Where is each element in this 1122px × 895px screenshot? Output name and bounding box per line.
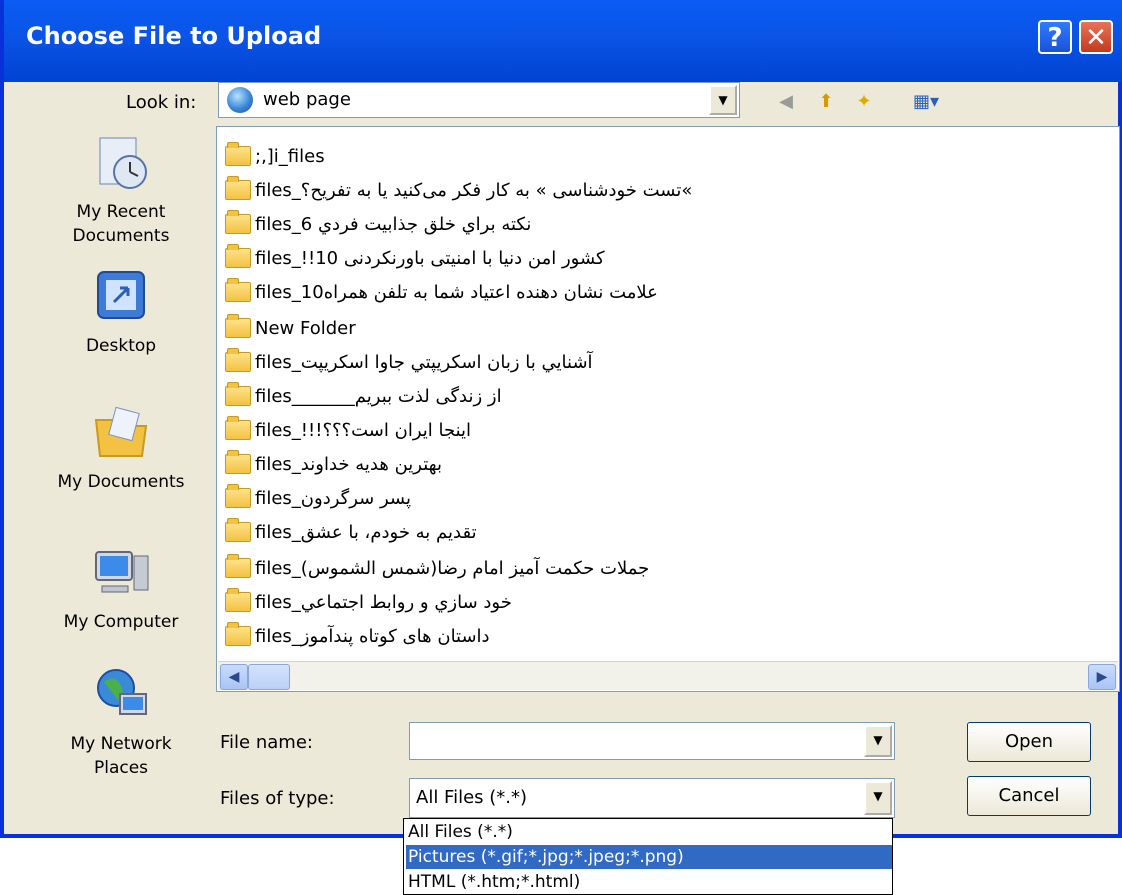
- new-folder-icon[interactable]: ✦: [850, 88, 878, 116]
- window-title: Choose File to Upload: [26, 22, 322, 50]
- folder-icon: [225, 278, 251, 302]
- folder-icon: [225, 484, 251, 508]
- lookin-label: Look in:: [126, 92, 197, 113]
- folder-icon: [225, 244, 251, 268]
- folder-icon: [225, 588, 251, 612]
- chevron-down-icon[interactable]: ▼: [864, 781, 892, 815]
- folder-icon: [225, 416, 251, 440]
- list-item[interactable]: files_خود سازي و روابط اجتماعي: [225, 587, 512, 617]
- cancel-button[interactable]: Cancel: [967, 776, 1091, 816]
- horizontal-scrollbar[interactable]: ◀ ▶: [218, 661, 1118, 690]
- filetype-dropdown-list[interactable]: All Files (*.*) Pictures (*.gif;*.jpg;*.…: [403, 818, 893, 895]
- list-item[interactable]: files_تقدیم به خودم، با عشق: [225, 517, 477, 547]
- close-icon: ✕: [1085, 23, 1107, 53]
- folder-icon: [225, 622, 251, 646]
- folder-icon: [225, 554, 251, 578]
- filename-field[interactable]: ▼: [409, 722, 895, 760]
- chevron-down-icon[interactable]: ▼: [864, 725, 892, 757]
- place-label: My Recent Documents: [72, 202, 170, 246]
- globe-icon: [227, 87, 253, 113]
- folder-icon: [225, 176, 251, 200]
- places-bar: My Recent Documents Desktop My Documents…: [46, 124, 196, 804]
- lookin-select[interactable]: web page ▼: [218, 82, 740, 118]
- place-label: My Computer: [63, 612, 179, 632]
- lookin-value: web page: [263, 89, 351, 110]
- network-places-icon: [90, 664, 152, 726]
- scroll-left-icon[interactable]: ◀: [220, 664, 248, 690]
- desktop-icon: [90, 266, 152, 328]
- folder-icon: [225, 314, 251, 338]
- list-item[interactable]: files_تست خودشناسی » به کار فکر می‌کنید …: [225, 175, 692, 205]
- list-item[interactable]: ;,]i_files: [225, 141, 325, 171]
- folder-icon: [225, 382, 251, 406]
- filename-label: File name:: [220, 732, 313, 753]
- list-item[interactable]: files_بهترین هدیه خداوند: [225, 449, 442, 479]
- view-menu-icon[interactable]: ▦▾: [904, 88, 948, 116]
- file-upload-dialog: Choose File to Upload ? ✕ Look in: web p…: [0, 0, 1122, 838]
- scrollbar-thumb[interactable]: [248, 664, 290, 690]
- list-item[interactable]: files_آشنايي با زبان اسکريپتي جاوا اسکري…: [225, 347, 593, 377]
- list-item[interactable]: files_داستان های کوتاه پندآموز: [225, 621, 490, 651]
- list-item[interactable]: files_(جملات حکمت آمیز امام رضا(شمس الشم…: [225, 553, 649, 583]
- file-list[interactable]: ;,]i_files files_تست خودشناسی » به کار ف…: [216, 126, 1120, 692]
- folder-icon: [225, 348, 251, 372]
- place-label: My Documents: [57, 472, 185, 492]
- up-folder-icon[interactable]: ⬆: [812, 88, 840, 116]
- back-icon[interactable]: ◀: [772, 88, 800, 116]
- list-item[interactable]: files_______از زندگی لذت ببریم: [225, 381, 502, 411]
- filetype-option-selected[interactable]: Pictures (*.gif;*.jpg;*.jpeg;*.png): [406, 845, 892, 869]
- chevron-down-icon[interactable]: ▼: [709, 85, 737, 115]
- recent-documents-icon: [90, 132, 152, 194]
- help-icon: ?: [1047, 23, 1063, 53]
- list-item[interactable]: files_نکته براي خلق جذابيت فردي 6: [225, 209, 531, 239]
- filetype-option[interactable]: HTML (*.htm;*.html): [406, 870, 892, 894]
- filetype-select[interactable]: All Files (*.*) ▼: [409, 778, 895, 818]
- my-computer-icon: [90, 542, 152, 604]
- place-label: My Network Places: [70, 734, 172, 778]
- place-recent-documents[interactable]: My Recent Documents: [46, 132, 196, 248]
- my-documents-icon: [90, 402, 152, 464]
- list-item[interactable]: files_!!کشور امن دنیا با امنیتی باورنکرد…: [225, 243, 605, 273]
- place-network-places[interactable]: My Network Places: [46, 664, 196, 780]
- scroll-right-icon[interactable]: ▶: [1088, 664, 1116, 690]
- close-button[interactable]: ✕: [1079, 20, 1113, 54]
- list-item[interactable]: New Folder: [225, 313, 356, 343]
- folder-icon: [225, 210, 251, 234]
- folder-icon: [225, 142, 251, 166]
- folder-icon: [225, 450, 251, 474]
- list-item[interactable]: files_!!!اینجا ایران است؟؟؟: [225, 415, 471, 445]
- filetype-value: All Files (*.*): [416, 787, 528, 808]
- list-item[interactable]: files_10علامت نشان دهنده اعتیاد شما به ت…: [225, 277, 658, 307]
- folder-icon: [225, 518, 251, 542]
- title-bar[interactable]: Choose File to Upload ? ✕: [4, 0, 1122, 82]
- place-my-documents[interactable]: My Documents: [46, 402, 196, 494]
- list-item[interactable]: files_پسر سرگردون: [225, 483, 411, 513]
- filetype-option[interactable]: All Files (*.*): [406, 820, 892, 844]
- help-button[interactable]: ?: [1038, 20, 1072, 54]
- open-button[interactable]: Open: [967, 722, 1091, 762]
- filetype-label: Files of type:: [220, 788, 335, 809]
- place-my-computer[interactable]: My Computer: [46, 542, 196, 634]
- place-desktop[interactable]: Desktop: [46, 266, 196, 358]
- place-label: Desktop: [85, 336, 157, 356]
